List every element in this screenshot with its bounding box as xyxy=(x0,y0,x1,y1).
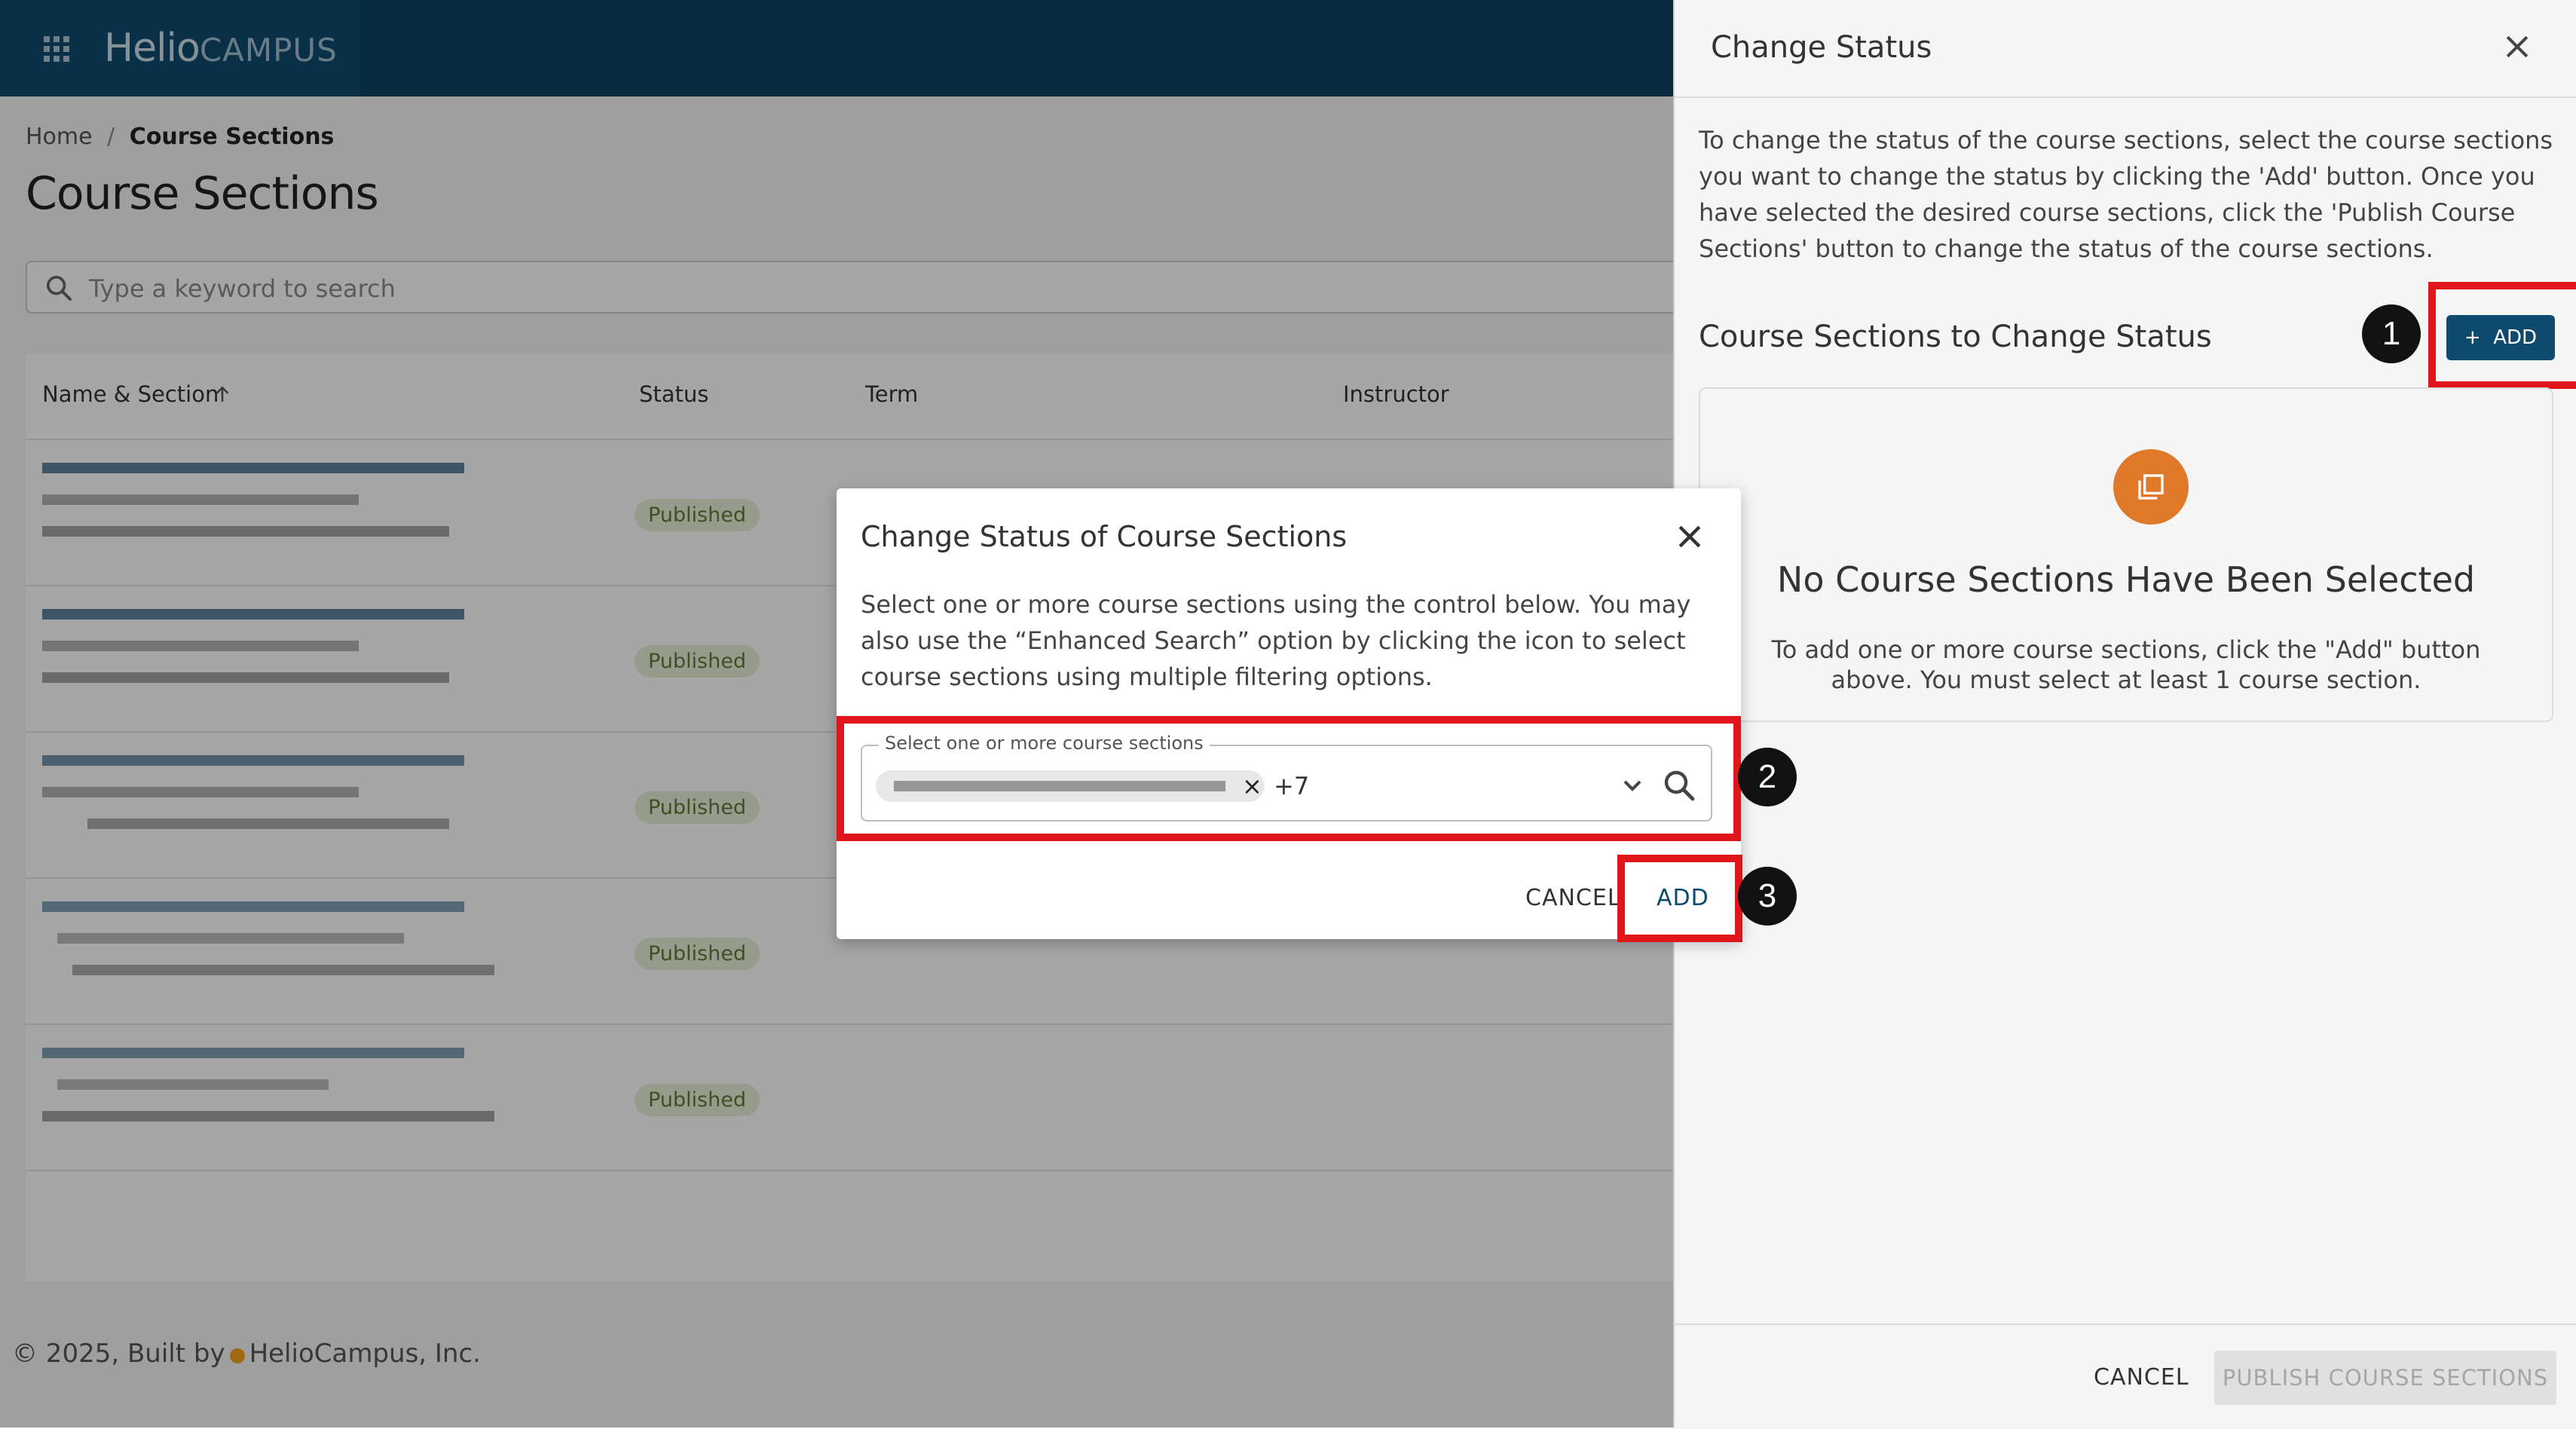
empty-list-icon xyxy=(2113,449,2189,525)
step-marker-1: 1 xyxy=(2362,304,2421,363)
empty-state-title: No Course Sections Have Been Selected xyxy=(1776,559,2476,600)
section-title: Course Sections to Change Status xyxy=(1699,320,2212,354)
modal-cancel-button[interactable]: CANCEL xyxy=(1525,885,1621,911)
panel-title: Change Status xyxy=(1711,30,1932,65)
modal-title: Change Status of Course Sections xyxy=(861,520,1348,553)
add-button[interactable]: + ADD xyxy=(2446,315,2555,360)
add-button-label: ADD xyxy=(2493,326,2538,349)
panel-intro-text: To change the status of the course secti… xyxy=(1699,126,2553,263)
plus-icon: + xyxy=(2464,326,2481,349)
change-status-modal: Change Status of Course Sections Select … xyxy=(837,488,1741,939)
close-icon[interactable] xyxy=(1673,520,1706,553)
step-marker-3: 3 xyxy=(1738,867,1797,926)
highlight-box-modal-add xyxy=(1617,855,1742,942)
panel-cancel-button[interactable]: CANCEL xyxy=(2094,1364,2189,1391)
modal-description: Select one or more course sections using… xyxy=(861,590,1691,691)
panel-header: Change Status xyxy=(1675,0,2576,98)
step-marker-2: 2 xyxy=(1738,748,1797,806)
empty-state-subtitle: To add one or more course sections, clic… xyxy=(1771,635,2481,694)
panel-footer: CANCEL PUBLISH COURSE SECTIONS xyxy=(1675,1323,2576,1429)
publish-course-sections-button[interactable]: PUBLISH COURSE SECTIONS xyxy=(2214,1351,2556,1405)
close-icon[interactable] xyxy=(2501,30,2534,63)
change-status-panel: Change Status To change the status of th… xyxy=(1673,0,2576,1427)
highlight-box-select xyxy=(837,716,1741,841)
empty-state-card: No Course Sections Have Been Selected To… xyxy=(1699,387,2553,722)
